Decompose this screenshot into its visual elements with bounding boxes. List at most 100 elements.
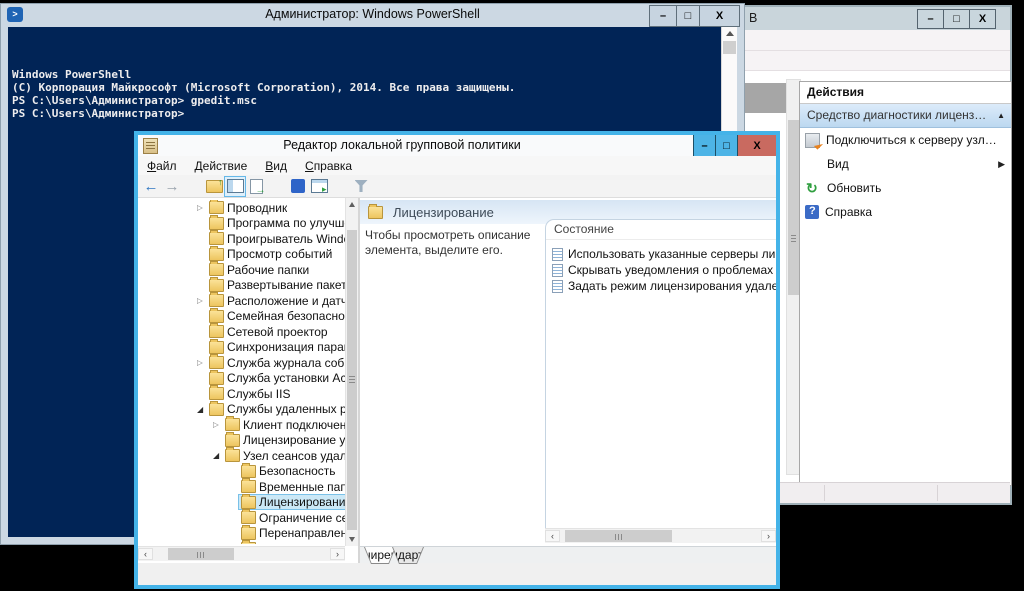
tree-item[interactable]: Просмотр событий xyxy=(138,247,345,263)
policy-setting-row[interactable]: Скрывать уведомления о проблемах лицензи… xyxy=(546,262,776,278)
toolbar-button[interactable] xyxy=(330,177,350,196)
close-button[interactable]: X xyxy=(737,135,776,156)
toolbar-button[interactable] xyxy=(183,177,203,196)
tree-item[interactable]: Синхронизация параметров xyxy=(138,340,345,356)
folder-icon xyxy=(209,279,224,292)
scrollbar-thumb[interactable] xyxy=(565,530,672,542)
tree-item[interactable]: Программа по улучшению качества ПО xyxy=(138,216,345,232)
tree-item[interactable]: ▷ Служба журнала событий Windows xyxy=(138,355,345,371)
menu-item[interactable]: Файл xyxy=(138,159,186,173)
scrollbar-thumb[interactable] xyxy=(788,120,799,295)
tree-item[interactable]: Проигрыватель Windows Media xyxy=(138,231,345,247)
menu-item[interactable]: Вид xyxy=(256,159,296,173)
tree-item[interactable]: Служба установки ActiveX xyxy=(138,371,345,387)
scroll-right-icon[interactable]: › xyxy=(330,548,345,560)
tree-item-label: Проводник xyxy=(227,201,287,215)
actions-section-header[interactable]: Средство диагностики лицензирования удал… xyxy=(800,104,1011,128)
tree-item[interactable]: Семейная безопасность xyxy=(138,309,345,325)
action-item[interactable]: Вид ▶ xyxy=(800,152,1011,176)
close-button[interactable]: X xyxy=(969,9,996,29)
tree-expander-icon[interactable]: ◢ xyxy=(213,448,222,463)
scroll-right-icon[interactable]: › xyxy=(761,530,776,542)
folder-icon xyxy=(209,372,224,385)
tree-item-label: Лицензирование удаленных рабочих столов xyxy=(243,433,345,447)
tree-vertical-scrollbar[interactable] xyxy=(345,198,358,546)
tree-item[interactable]: Службы IIS xyxy=(138,386,345,402)
tree-expander-icon[interactable]: ▷ xyxy=(197,200,206,215)
tree-item[interactable]: Временные папки xyxy=(138,479,345,495)
tree-item[interactable]: Перенаправление принтеров xyxy=(138,526,345,542)
tree-item-label: Рабочие папки xyxy=(227,263,309,277)
collapse-icon[interactable]: ▲ xyxy=(997,104,1005,127)
minimize-button[interactable]: – xyxy=(649,5,677,27)
tree-item[interactable]: ◢ Узел сеансов удаленных рабочих столов xyxy=(138,448,345,464)
tree-item[interactable]: Безопасность xyxy=(138,464,345,480)
maximize-button[interactable]: □ xyxy=(943,9,970,29)
toolbar-button[interactable] xyxy=(162,177,182,196)
action-item[interactable]: Обновить xyxy=(800,176,1011,200)
folder-icon xyxy=(209,403,224,416)
scrollbar-thumb[interactable] xyxy=(347,230,357,530)
scrollbar-thumb[interactable] xyxy=(168,548,234,560)
filter-icon xyxy=(355,180,368,192)
toolbar-button[interactable] xyxy=(246,177,266,196)
maximize-button[interactable]: □ xyxy=(715,135,737,156)
tab-standard[interactable]: Стандартный xyxy=(392,547,424,564)
folder-icon xyxy=(209,387,224,400)
tree-item-label: Безопасность xyxy=(259,464,336,478)
tree-item[interactable]: Лицензирование xyxy=(138,495,345,511)
tree-item[interactable]: Лицензирование удаленных рабочих столов xyxy=(138,433,345,449)
close-button[interactable]: X xyxy=(699,5,740,27)
policy-setting-icon xyxy=(552,280,563,293)
policy-setting-row[interactable]: Использовать указанные серверы лицензиро… xyxy=(546,246,776,262)
folder-icon xyxy=(209,263,224,276)
properties-icon xyxy=(311,179,328,193)
powershell-titlebar[interactable]: > Администратор: Windows PowerShell – □ … xyxy=(1,4,744,26)
maximize-button[interactable]: □ xyxy=(676,5,700,27)
action-item-label: Справка xyxy=(825,205,1011,219)
tree-expander-icon[interactable]: ▷ xyxy=(197,355,206,370)
action-item-label: Подключиться к серверу узла сеансов удал… xyxy=(826,133,1011,147)
console-line: (C) Корпорация Майкрософт (Microsoft Cor… xyxy=(12,81,719,94)
settings-horizontal-scrollbar[interactable]: ‹ › xyxy=(545,528,776,543)
console-line: PS C:\Users\Администратор> gpedit.msc xyxy=(12,94,719,107)
action-item[interactable]: Подключиться к серверу узла сеансов удал… xyxy=(800,128,1011,152)
tree-item[interactable]: ▷ Проводник xyxy=(138,200,345,216)
tree-horizontal-scrollbar[interactable]: ‹ › xyxy=(138,546,345,561)
toolbar-button[interactable] xyxy=(267,177,287,196)
tree-item[interactable]: Подключения xyxy=(138,541,345,544)
tree-item[interactable]: ▷ Расположение и датчики xyxy=(138,293,345,309)
toolbar-button[interactable] xyxy=(204,177,224,196)
scroll-left-icon[interactable]: ‹ xyxy=(545,530,560,542)
scroll-left-icon[interactable]: ‹ xyxy=(138,548,153,560)
toolbar-button[interactable] xyxy=(225,177,245,196)
minimize-button[interactable]: – xyxy=(917,9,944,29)
toolbar-button[interactable] xyxy=(351,177,371,196)
tree-item[interactable]: Ограничение сеансов по времени xyxy=(138,510,345,526)
tab-extended[interactable]: Расширенный xyxy=(364,547,396,564)
policy-setting-label: Использовать указанные серверы лицензиро… xyxy=(568,247,776,261)
column-header-state[interactable]: Состояние xyxy=(546,220,776,240)
tree-item[interactable]: Сетевой проектор xyxy=(138,324,345,340)
toolbar-button[interactable] xyxy=(141,177,161,196)
action-item[interactable]: Справка xyxy=(800,200,1011,224)
tree-item[interactable]: ◢ Службы удаленных рабочих столов xyxy=(138,402,345,418)
gpedit-menubar: Файл Действие Вид Справка xyxy=(138,156,776,176)
scroll-down-icon[interactable] xyxy=(349,537,355,542)
toolbar-button[interactable] xyxy=(309,177,329,196)
scroll-up-icon[interactable] xyxy=(726,31,734,36)
scrollbar-thumb[interactable] xyxy=(723,41,736,54)
tree-item[interactable]: Рабочие папки xyxy=(138,262,345,278)
tree-item[interactable]: ▷ Клиент подключения к удаленному рабоче… xyxy=(138,417,345,433)
tree-item[interactable]: Развертывание пакета приложения xyxy=(138,278,345,294)
tree-expander-icon[interactable]: ◢ xyxy=(197,402,206,417)
minimize-button[interactable]: – xyxy=(693,135,715,156)
menu-item[interactable]: Справка xyxy=(296,159,361,173)
gpedit-titlebar[interactable]: Редактор локальной групповой политики – … xyxy=(138,135,776,156)
menu-item[interactable]: Действие xyxy=(186,159,257,173)
toolbar-button[interactable] xyxy=(288,177,308,196)
tree-expander-icon[interactable]: ▷ xyxy=(213,417,222,432)
tree-expander-icon[interactable]: ▷ xyxy=(197,293,206,308)
policy-setting-row[interactable]: Задать режим лицензирования удаленных ра… xyxy=(546,278,776,294)
scroll-up-icon[interactable] xyxy=(349,202,355,207)
